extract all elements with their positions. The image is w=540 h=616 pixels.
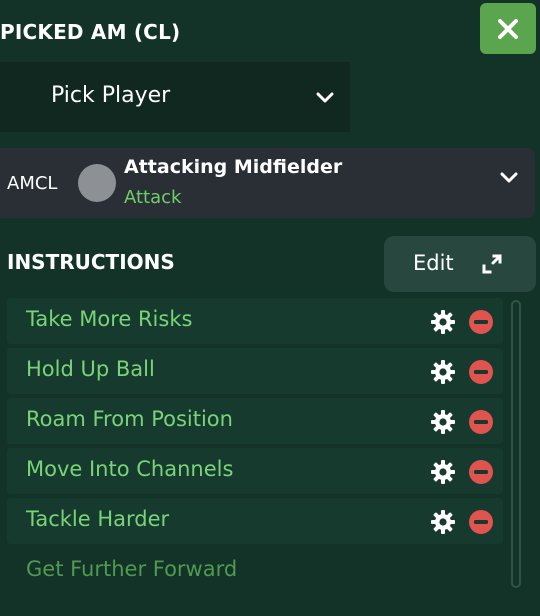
instruction-row[interactable]: Hold Up Ball: [7, 348, 503, 394]
edit-button-label: Edit: [413, 251, 454, 275]
remove-icon[interactable]: [468, 409, 494, 435]
instruction-row[interactable]: Take More Risks: [7, 298, 503, 344]
expand-icon: [482, 254, 502, 274]
remove-icon[interactable]: [468, 459, 494, 485]
instructions-heading: INSTRUCTIONS: [7, 250, 175, 274]
remove-icon[interactable]: [468, 359, 494, 385]
instruction-row-inactive[interactable]: Get Further Forward: [7, 548, 503, 594]
instruction-row[interactable]: Move Into Channels: [7, 448, 503, 494]
role-duty: Attack: [124, 187, 182, 208]
close-icon: [498, 18, 518, 39]
instruction-label: Tackle Harder: [26, 507, 170, 531]
remove-icon[interactable]: [468, 509, 494, 535]
player-select-value: Pick Player: [51, 83, 171, 108]
instruction-label: Hold Up Ball: [26, 357, 155, 381]
instruction-row[interactable]: Roam From Position: [7, 398, 503, 444]
gear-icon[interactable]: [430, 459, 456, 485]
avatar: [78, 164, 116, 202]
scrollbar[interactable]: [511, 300, 521, 588]
player-select-dropdown[interactable]: Pick Player: [0, 62, 350, 132]
instruction-label: Get Further Forward: [26, 557, 238, 581]
panel-title: PICKED AM (CL): [0, 20, 181, 44]
gear-icon[interactable]: [430, 309, 456, 335]
edit-instructions-button[interactable]: Edit: [384, 236, 536, 292]
instruction-label: Roam From Position: [26, 407, 233, 431]
close-button[interactable]: [480, 3, 536, 54]
instruction-label: Move Into Channels: [26, 457, 234, 481]
chevron-down-icon: [316, 92, 334, 103]
instruction-label: Take More Risks: [26, 307, 193, 331]
chevron-down-icon: [500, 172, 518, 183]
instruction-row[interactable]: Tackle Harder: [7, 498, 503, 544]
role-position: AMCL: [7, 173, 58, 194]
role-name: Attacking Midfielder: [124, 156, 343, 178]
gear-icon[interactable]: [430, 409, 456, 435]
gear-icon[interactable]: [430, 359, 456, 385]
gear-icon[interactable]: [430, 509, 456, 535]
remove-icon[interactable]: [468, 309, 494, 335]
role-selector[interactable]: AMCL Attacking Midfielder Attack: [0, 148, 535, 218]
